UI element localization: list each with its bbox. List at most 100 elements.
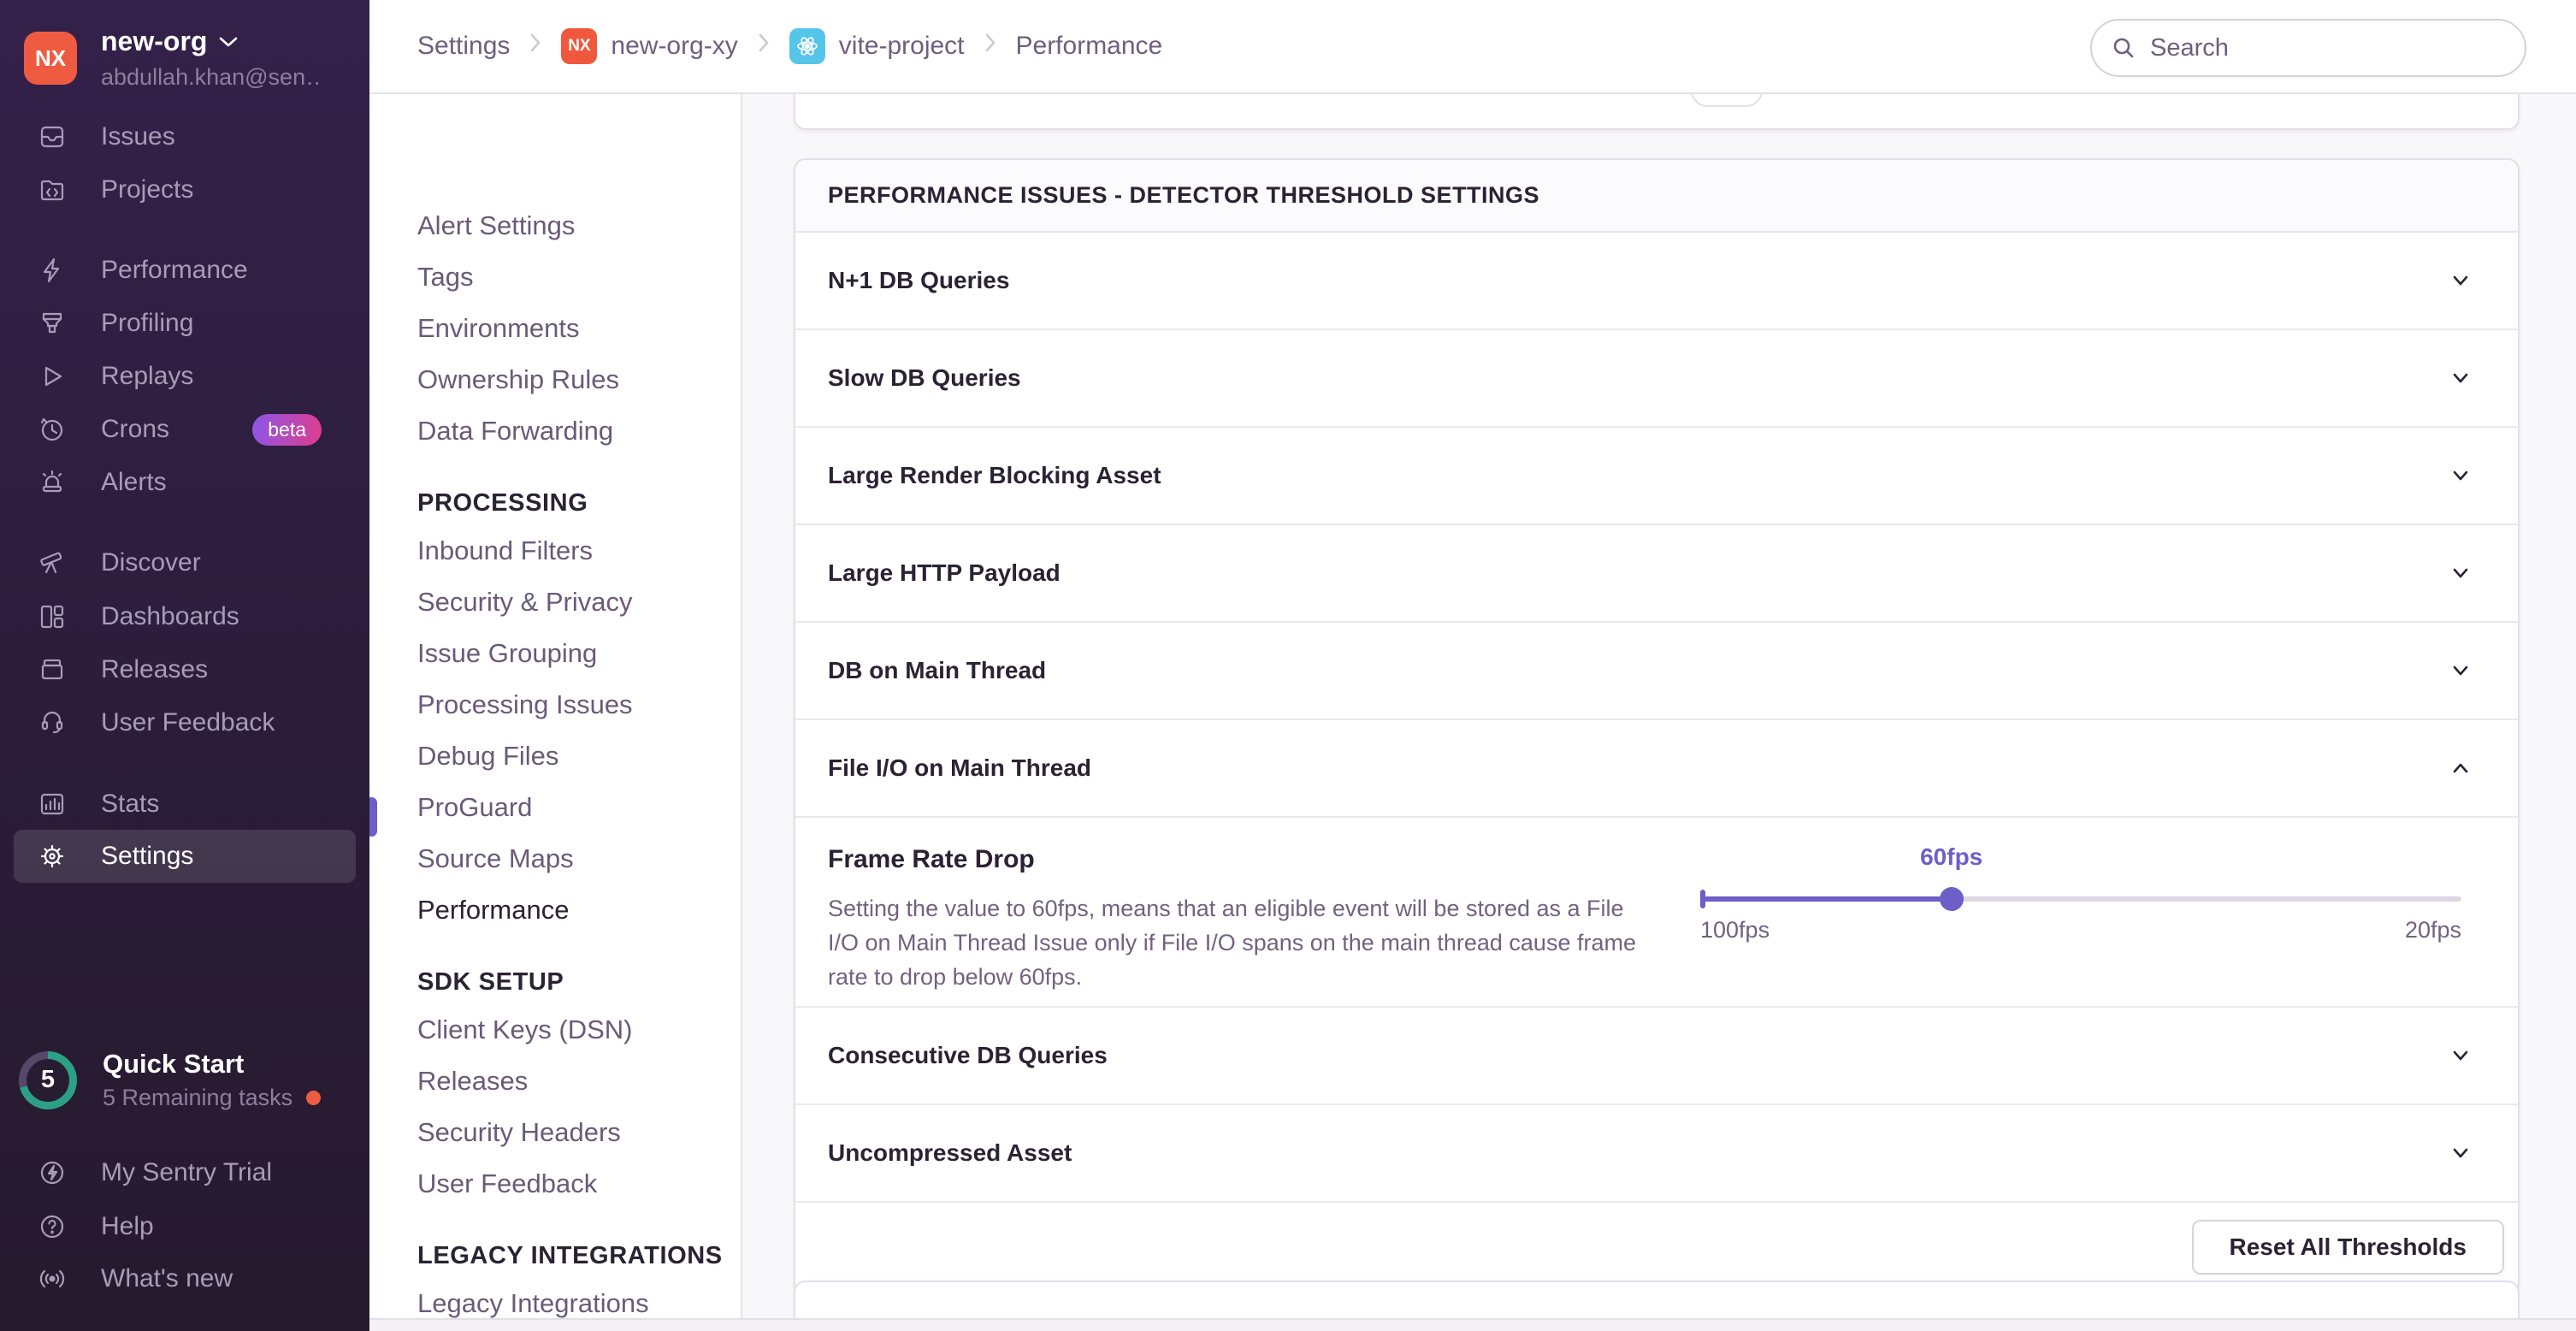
siren-icon <box>38 468 67 497</box>
sidebar-item-whats-new[interactable]: What's new <box>14 1252 356 1305</box>
search-icon <box>2111 35 2136 61</box>
beta-badge: beta <box>252 414 322 446</box>
threshold-row-file-io-on-main-thread[interactable]: File I/O on Main Thread <box>795 719 2518 816</box>
subnav-tags[interactable]: Tags <box>417 251 473 303</box>
sidebar-item-alerts[interactable]: Alerts <box>14 456 356 509</box>
search-input[interactable] <box>2148 33 2477 63</box>
sidebar-item-help[interactable]: Help <box>14 1200 356 1253</box>
archive-icon <box>38 655 67 684</box>
sidebar-item-stats[interactable]: Stats <box>14 778 356 831</box>
telescope-icon <box>38 548 67 577</box>
threshold-row-consecutive-db-queries[interactable]: Consecutive DB Queries <box>795 1006 2518 1103</box>
frame-rate-slider: 60fps 100fps 20fps <box>1700 843 2461 980</box>
subnav-alert-settings[interactable]: Alert Settings <box>417 200 575 251</box>
slider-thumb[interactable] <box>1940 887 1964 911</box>
subnav-client-keys[interactable]: Client Keys (DSN) <box>417 1004 633 1056</box>
threshold-row-slow-db-queries[interactable]: Slow DB Queries <box>795 328 2518 426</box>
threshold-row-uncompressed-asset[interactable]: Uncompressed Asset <box>795 1103 2518 1201</box>
subnav-data-forwarding[interactable]: Data Forwarding <box>417 405 613 457</box>
broadcast-icon <box>38 1264 67 1293</box>
subnav-ownership-rules[interactable]: Ownership Rules <box>417 354 619 405</box>
sidebar-item-label: Projects <box>101 175 193 204</box>
slider-min-label: 100fps <box>1700 917 1770 944</box>
sidebar-item-discover[interactable]: Discover <box>14 536 356 589</box>
sidebar-item-label: Profiling <box>101 309 193 338</box>
breadcrumb-org[interactable]: NX new-org-xy <box>561 28 737 64</box>
sidebar-item-performance[interactable]: Performance <box>14 244 356 297</box>
gear-icon <box>38 842 67 871</box>
search-box[interactable] <box>2090 19 2526 77</box>
subnav-source-maps[interactable]: Source Maps <box>417 833 574 884</box>
react-project-icon <box>789 28 825 64</box>
sidebar-item-issues[interactable]: Issues <box>14 110 356 163</box>
subnav-environments[interactable]: Environments <box>417 303 580 354</box>
sidebar-item-label: Discover <box>101 548 201 577</box>
sidebar-item-crons[interactable]: Crons beta <box>14 403 356 456</box>
slider-track[interactable] <box>1700 896 2461 902</box>
sidebar-item-label: Crons <box>101 415 169 444</box>
subnav-security-privacy[interactable]: Security & Privacy <box>417 577 633 628</box>
breadcrumb-project[interactable]: vite-project <box>789 28 965 64</box>
next-panel-top-sliver <box>794 1281 2520 1318</box>
sidebar-item-releases[interactable]: Releases <box>14 643 356 696</box>
subnav-performance[interactable]: Performance <box>417 884 569 936</box>
chevron-right-icon <box>984 32 997 61</box>
sidebar-item-label: Dashboards <box>101 602 239 631</box>
headset-icon <box>38 708 67 737</box>
projects-icon <box>38 175 67 204</box>
threshold-row-large-render-blocking-asset[interactable]: Large Render Blocking Asset <box>795 426 2518 524</box>
sidebar-item-label: My Sentry Trial <box>101 1158 272 1187</box>
top-header: Settings NX new-org-xy vite-project Perf… <box>369 0 2576 94</box>
subnav-inbound-filters[interactable]: Inbound Filters <box>417 525 593 577</box>
subnav-security-headers[interactable]: Security Headers <box>417 1107 621 1158</box>
sidebar-item-user-feedback[interactable]: User Feedback <box>14 696 356 749</box>
bar-chart-icon <box>38 790 67 819</box>
breadcrumb-page: Performance <box>1016 32 1163 61</box>
main-content: PERFORMANCE ISSUES - DETECTOR THRESHOLD … <box>741 92 2576 1318</box>
sidebar-item-label: Releases <box>101 655 208 684</box>
quick-start[interactable]: 5 Quick Start 5 Remaining tasks <box>19 1049 321 1111</box>
sidebar-item-label: Settings <box>101 842 193 871</box>
horizontal-scrollbar-track[interactable] <box>369 1318 2576 1331</box>
sidebar-item-dashboards[interactable]: Dashboards <box>14 590 356 643</box>
lightning-icon <box>38 256 67 285</box>
sidebar-item-projects[interactable]: Projects <box>14 163 356 216</box>
slider-value-label: 60fps <box>1900 843 2003 871</box>
threshold-row-n1-db-queries[interactable]: N+1 DB Queries <box>795 231 2518 328</box>
org-switcher[interactable]: NX new-org abdullah.khan@sen… <box>24 26 323 91</box>
chevron-down-icon <box>2448 658 2473 683</box>
breadcrumb-settings[interactable]: Settings <box>417 32 510 61</box>
subnav-proguard[interactable]: ProGuard <box>417 782 532 833</box>
issues-icon <box>38 122 67 151</box>
sidebar-item-label: User Feedback <box>101 708 275 737</box>
breadcrumb: Settings NX new-org-xy vite-project Perf… <box>417 0 1162 92</box>
subnav-processing-issues[interactable]: Processing Issues <box>417 679 633 731</box>
sidebar-item-settings[interactable]: Settings <box>14 830 356 883</box>
subnav-user-feedback[interactable]: User Feedback <box>417 1158 597 1210</box>
flashlight-icon <box>38 309 67 338</box>
clock-icon <box>38 415 67 444</box>
sidebar-item-label: Issues <box>101 122 175 151</box>
subnav-issue-grouping[interactable]: Issue Grouping <box>417 628 597 679</box>
detector-threshold-panel: PERFORMANCE ISSUES - DETECTOR THRESHOLD … <box>794 158 2520 1295</box>
org-avatar[interactable]: NX <box>24 32 77 85</box>
collapsed-panel-handle[interactable] <box>1691 92 1763 107</box>
subnav-releases[interactable]: Releases <box>417 1056 528 1107</box>
chevron-down-icon <box>2448 463 2473 488</box>
sidebar-item-profiling[interactable]: Profiling <box>14 297 356 350</box>
threshold-row-db-on-main-thread[interactable]: DB on Main Thread <box>795 621 2518 719</box>
threshold-row-large-http-payload[interactable]: Large HTTP Payload <box>795 524 2518 621</box>
org-user-email: abdullah.khan@sen… <box>101 64 323 91</box>
subnav-section-processing: PROCESSING <box>417 479 588 527</box>
primary-sidebar: NX new-org abdullah.khan@sen… Issues Pro… <box>0 0 369 1331</box>
slider-max-label: 20fps <box>2405 917 2461 944</box>
quickstart-progress-ring: 5 <box>19 1051 77 1109</box>
subnav-debug-files[interactable]: Debug Files <box>417 731 558 782</box>
sidebar-item-replays[interactable]: Replays <box>14 350 356 403</box>
org-badge: NX <box>561 28 597 64</box>
sidebar-item-my-sentry-trial[interactable]: My Sentry Trial <box>14 1146 356 1199</box>
play-icon <box>38 362 67 391</box>
reset-all-thresholds-button[interactable]: Reset All Thresholds <box>2192 1220 2504 1275</box>
chevron-down-icon <box>2448 268 2473 293</box>
org-name[interactable]: new-org <box>101 26 207 57</box>
